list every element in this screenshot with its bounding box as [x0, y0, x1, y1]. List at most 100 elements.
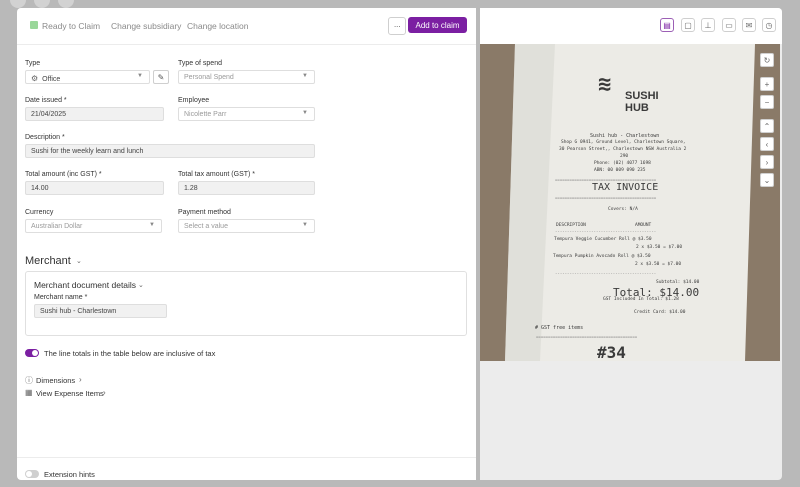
currency-label: Currency	[25, 209, 54, 216]
receipt-order-no: #34	[597, 343, 626, 361]
merchant-section-title[interactable]: Merchant	[25, 255, 71, 267]
rotate-icon: ↻	[763, 55, 771, 65]
description-value: Sushi for the weekly learn and lunch	[31, 148, 144, 155]
chevron-down-icon: ▼	[302, 110, 308, 116]
chevron-left-icon: ‹	[765, 139, 769, 149]
pan-up-button[interactable]: ⌃	[760, 119, 774, 133]
type-of-spend-value: Personal Spend	[184, 74, 234, 81]
preview-toolbar: ▤ ▢ ⊥ ▭ ✉ ◷	[480, 8, 782, 44]
view-expense-items-link[interactable]: View Expense Items	[36, 389, 104, 398]
currency-select[interactable]: Australian Dollar ▼	[25, 219, 162, 233]
receipt-phone: Phone: (02) 4077 1698	[594, 161, 651, 166]
merchant-document-details-title[interactable]: Merchant document details	[34, 280, 136, 290]
dimensions-link[interactable]: Dimensions	[36, 376, 75, 385]
type-value: Office	[42, 76, 61, 83]
receipt-divider: ----------------------------------------…	[555, 229, 657, 234]
receipt-col-amount: AMOUNT	[635, 223, 652, 228]
pan-down-button[interactable]: ⌄	[760, 173, 774, 187]
chevron-down-icon: ▼	[302, 73, 308, 79]
document-preview-panel: ▤ ▢ ⊥ ▭ ✉ ◷ ≋ SUSHI HUB Sushi hub - Char…	[480, 8, 782, 480]
description-field[interactable]: Sushi for the weekly learn and lunch	[25, 144, 315, 158]
receipt-addr3: 290	[620, 154, 629, 159]
payment-method-select[interactable]: Select a value ▼	[178, 219, 315, 233]
extension-hints-toggle[interactable]	[25, 470, 39, 478]
history-icon[interactable]: ◷	[762, 18, 776, 32]
receipt-image: ≋ SUSHI HUB Sushi hub - Charlestown Shop…	[480, 44, 780, 361]
footer-divider	[17, 457, 476, 458]
inclusive-tax-toggle[interactable]	[25, 349, 39, 357]
chevron-up-icon: ⌃	[763, 121, 771, 131]
date-issued-field[interactable]: 21/04/2025	[25, 107, 164, 121]
merchant-name-field[interactable]: Sushi hub - Charlestown	[34, 304, 167, 318]
table-icon: ▦	[25, 388, 33, 397]
rotate-button[interactable]: ↻	[760, 53, 774, 67]
comment-icon[interactable]: ▭	[722, 18, 736, 32]
receipt-gst: GST Included In Total: $1.28	[603, 297, 679, 302]
merchant-name-label: Merchant name *	[34, 294, 88, 301]
total-tax-label: Total tax amount (GST) *	[178, 171, 256, 178]
edit-type-button[interactable]: ✎	[153, 70, 169, 84]
receipt-divider: ----------------------------------------…	[555, 271, 657, 276]
more-options-button[interactable]: ···	[388, 17, 406, 35]
date-issued-value: 21/04/2025	[31, 111, 67, 118]
receipt-divider: ========================================…	[536, 334, 638, 339]
type-label: Type	[25, 60, 41, 67]
change-subsidiary-button[interactable]: Change subsidiary	[111, 21, 181, 31]
merchant-name-value: Sushi hub - Charlestown	[40, 308, 117, 315]
type-of-spend-label: Type of spend	[178, 60, 222, 67]
chevron-right-icon[interactable]: ›	[79, 375, 82, 384]
type-select[interactable]: ⚙ Office ▼	[25, 70, 150, 84]
pin-icon[interactable]: ⊥	[701, 18, 715, 32]
add-to-claim-button[interactable]: Add to claim	[408, 17, 467, 33]
change-location-button[interactable]: Change location	[187, 21, 248, 31]
employee-select[interactable]: Nicolette Parr ▼	[178, 107, 315, 121]
expense-form-panel: Ready to Claim Change subsidiary Change …	[17, 8, 476, 480]
receipt-item1: Tempura Veggie Cucumber Roll @ $3.50	[554, 237, 652, 242]
status-square-icon	[30, 21, 38, 29]
receipt-credit-card: Credit Card: $14.00	[634, 310, 686, 315]
mail-icon[interactable]: ✉	[742, 18, 756, 32]
date-issued-label: Date issued *	[25, 97, 67, 104]
top-window-dots	[10, 0, 74, 8]
receipt-subtotal: Subtotal: $14.00	[656, 280, 700, 285]
receipt-col-desc: DESCRIPTION	[556, 223, 586, 228]
payment-method-placeholder: Select a value	[184, 223, 228, 230]
receipt-gst-free: # GST free items	[535, 325, 584, 331]
chevron-down-icon[interactable]: ⌄	[138, 281, 144, 289]
zoom-in-button[interactable]: +	[760, 77, 774, 91]
pan-left-button[interactable]: ‹	[760, 137, 774, 151]
chevron-right-icon[interactable]: ›	[103, 388, 106, 397]
status-label: Ready to Claim	[42, 21, 101, 31]
total-amount-label: Total amount (inc GST) *	[25, 171, 102, 178]
pan-right-button[interactable]: ›	[760, 155, 774, 169]
extension-hints-label: Extension hints	[44, 470, 95, 479]
chevron-down-icon: ⌄	[763, 175, 771, 185]
sushi-hub-logo-icon: ≋	[598, 72, 612, 97]
total-tax-value: 1.28	[184, 185, 198, 192]
receipt-addr1: Shop G 0941, Ground Level, Charlestown S…	[561, 140, 686, 145]
total-amount-value: 14.00	[31, 185, 49, 192]
chevron-right-icon: ›	[765, 157, 769, 167]
zoom-out-button[interactable]: −	[760, 95, 774, 109]
receipt-item2: Tempura Pumpkin Avocado Roll @ $3.50	[553, 254, 651, 259]
employee-label: Employee	[178, 97, 210, 104]
receipt-item2-qty: 2 x $3.50 = $7.00	[635, 262, 682, 267]
minus-icon: −	[764, 97, 770, 107]
chevron-down-icon[interactable]: ⌄	[76, 257, 82, 265]
note-icon[interactable]: ▢	[681, 18, 695, 32]
receipt-tax-invoice: TAX INVOICE	[592, 182, 659, 193]
receipt-store: Sushi hub - Charlestown	[590, 133, 660, 139]
total-tax-field[interactable]: 1.28	[178, 181, 315, 195]
receipt-covers: Covers: N/A	[608, 207, 638, 212]
payment-method-label: Payment method	[178, 209, 231, 216]
description-label: Description *	[25, 134, 65, 141]
currency-value: Australian Dollar	[31, 223, 83, 230]
document-icon[interactable]: ▤	[660, 18, 674, 32]
receipt-abn: ABN: 00 009 090 235	[594, 168, 646, 173]
total-amount-field[interactable]: 14.00	[25, 181, 164, 195]
pencil-icon: ✎	[157, 72, 165, 82]
receipt-brand-1: SUSHI	[625, 90, 659, 102]
type-of-spend-select[interactable]: Personal Spend ▼	[178, 70, 315, 84]
chevron-down-icon: ▼	[149, 222, 155, 228]
receipt-addr2: 30 Pearson Street,, Charlestown NSW Aust…	[559, 147, 687, 152]
